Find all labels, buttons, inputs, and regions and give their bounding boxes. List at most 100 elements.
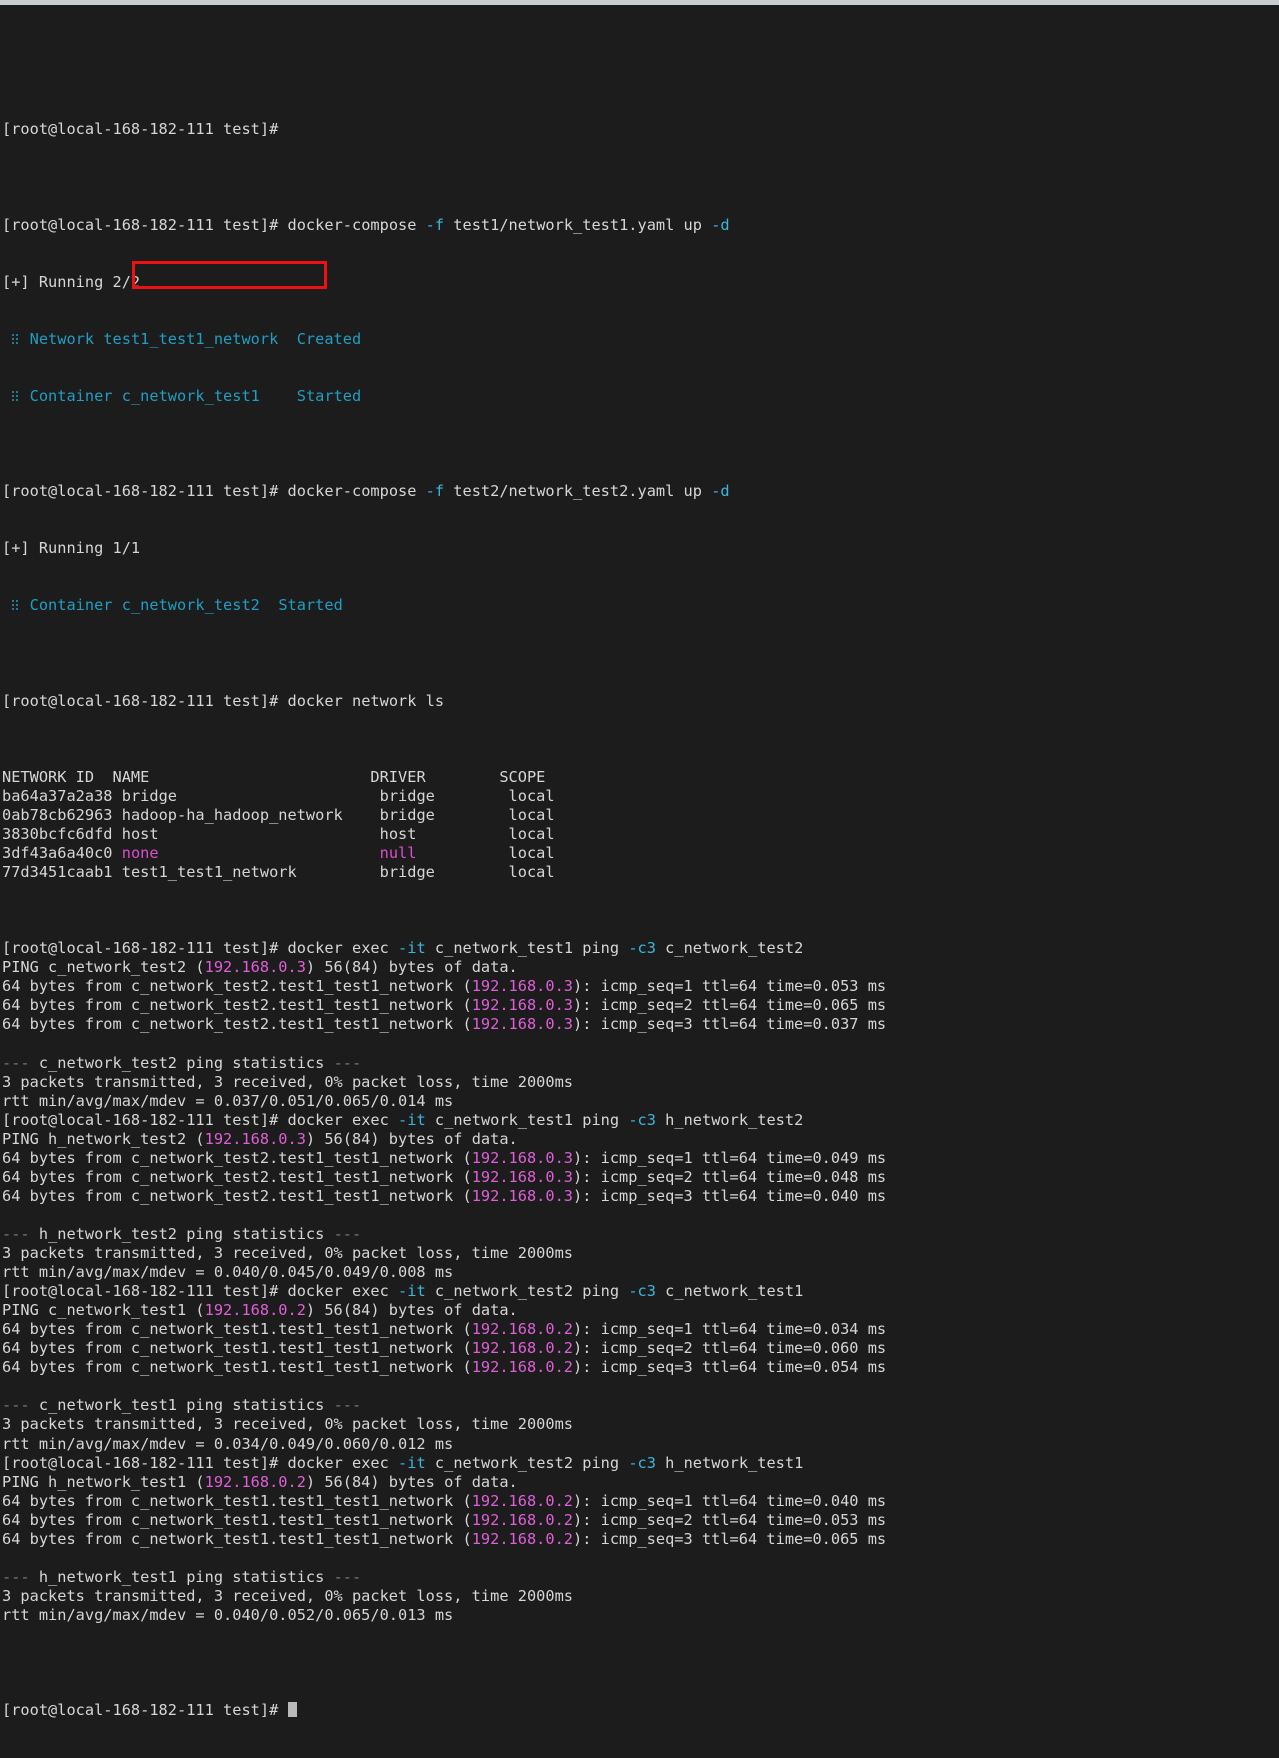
stats-dash-left: ---: [2, 1567, 30, 1586]
table-row[interactable]: 0ab78cb62963 hadoop-ha_hadoop_network br…: [2, 806, 1279, 825]
stats-dash-right: ---: [333, 1053, 362, 1072]
cell-network-name: host: [121, 825, 380, 844]
shell-prompt: [root@local-168-182-111 test]#: [2, 1453, 279, 1472]
ping-reply-line: 64 bytes from c_network_test2.test1_test…: [2, 977, 1279, 996]
ping-reply-suffix: ): icmp_seq=3 ttl=64 time=0.065 ms: [573, 1529, 887, 1548]
column-header-network-id: NETWORK ID: [2, 767, 113, 786]
cli-flag: -d: [711, 215, 730, 234]
column-header-driver: DRIVER: [370, 767, 500, 786]
table-row[interactable]: 3830bcfc6dfd host host local: [2, 825, 1279, 844]
ping-target: PING h_network_test1 (: [2, 1472, 205, 1491]
cell-scope: local: [508, 786, 555, 805]
table-row[interactable]: 77d3451caab1 test1_test1_network bridge …: [2, 863, 1279, 882]
ping-reply-prefix: 64 bytes from c_network_test1.test1_test…: [2, 1320, 472, 1339]
ping-reply-line: 64 bytes from c_network_test2.test1_test…: [2, 996, 1279, 1015]
ping-reply-suffix: ): icmp_seq=1 ttl=64 time=0.040 ms: [573, 1491, 887, 1510]
ping-reply-ip: 192.168.0.3: [471, 996, 573, 1015]
cell-scope: local: [508, 863, 555, 882]
ping-reply-line: 64 bytes from c_network_test1.test1_test…: [2, 1339, 1279, 1358]
cli-flag: -c3: [628, 939, 656, 958]
ping-ip: 192.168.0.3: [204, 958, 306, 977]
terminal-line-final-prompt: [root@local-168-182-111 test]#: [2, 1701, 1279, 1720]
ping-output-sections: [root@local-168-182-111 test]# docker ex…: [2, 939, 1279, 1625]
ping-reply-ip: 192.168.0.3: [471, 1167, 573, 1186]
ping-size: ) 56(84) bytes of data.: [305, 1129, 518, 1148]
shell-prompt: [root@local-168-182-111 test]#: [2, 1282, 279, 1301]
ping-stats-packets: 3 packets transmitted, 3 received, 0% pa…: [2, 1244, 573, 1263]
ping-reply-line: 64 bytes from c_network_test1.test1_test…: [2, 1511, 1279, 1530]
compose-item-kind: Container: [29, 386, 113, 405]
ping-ip: 192.168.0.2: [204, 1301, 306, 1320]
ping-reply-prefix: 64 bytes from c_network_test2.test1_test…: [2, 977, 472, 996]
ping-reply-suffix: ): icmp_seq=3 ttl=64 time=0.037 ms: [573, 1015, 887, 1034]
ping-reply-ip: 192.168.0.3: [471, 1148, 573, 1167]
ping-stats-rtt: rtt min/avg/max/mdev = 0.037/0.051/0.065…: [2, 1091, 454, 1110]
ping-target: PING c_network_test2 (: [2, 958, 205, 977]
stats-dash-right: ---: [333, 1225, 362, 1243]
compose-item-name: c_network_test1: [121, 386, 260, 405]
cli-flag: -it: [398, 1282, 426, 1301]
table-row[interactable]: 3df43a6a40c0 none null local: [2, 844, 1279, 863]
ping-stats-title: --- c_network_test2 ping statistics ---: [2, 1054, 1279, 1073]
ping-reply-suffix: ): icmp_seq=1 ttl=64 time=0.049 ms: [573, 1148, 887, 1167]
ping-reply-line: 64 bytes from c_network_test1.test1_test…: [2, 1530, 1279, 1549]
shell-prompt: [root@local-168-182-111 test]#: [2, 215, 279, 234]
ping-reply-suffix: ): icmp_seq=3 ttl=64 time=0.040 ms: [573, 1186, 887, 1205]
compose-running-2: [+] Running 1/1: [2, 539, 141, 558]
cell-network-name: hadoop-ha_hadoop_network: [121, 805, 380, 824]
braille-spinner-icon: [11, 333, 20, 346]
ping-stats-rtt: rtt min/avg/max/mdev = 0.040/0.045/0.049…: [2, 1263, 454, 1282]
shell-prompt: [root@local-168-182-111 test]#: [2, 120, 279, 139]
cell-driver: bridge: [379, 863, 509, 882]
ping-target: PING h_network_test2 (: [2, 1129, 205, 1148]
column-header-name: NAME: [112, 767, 371, 786]
stats-title-text: c_network_test1 ping statistics: [29, 1396, 334, 1415]
ping-reply-prefix: 64 bytes from c_network_test2.test1_test…: [2, 1167, 472, 1186]
column-header-scope: SCOPE: [499, 767, 546, 786]
stats-dash-left: ---: [2, 1225, 30, 1243]
ping-reply-ip: 192.168.0.2: [471, 1339, 573, 1358]
ping-reply-line: 64 bytes from c_network_test1.test1_test…: [2, 1492, 1279, 1511]
ping-reply-suffix: ): icmp_seq=2 ttl=64 time=0.065 ms: [573, 996, 887, 1015]
cell-driver: null: [379, 844, 509, 863]
cell-scope: local: [508, 825, 555, 844]
terminal-line-command: [root@local-168-182-111 test]# docker-co…: [2, 482, 1279, 501]
ping-reply-ip: 192.168.0.2: [471, 1491, 573, 1510]
terminal-line: [+] Running 1/1: [2, 539, 1279, 558]
ping-reply-prefix: 64 bytes from c_network_test1.test1_test…: [2, 1510, 472, 1529]
table-row[interactable]: ba64a37a2a38 bridge bridge local: [2, 787, 1279, 806]
compose-running-1: [+] Running 2/2: [2, 272, 141, 291]
ping-stats-title: --- h_network_test2 ping statistics ---: [2, 1225, 1279, 1244]
cli-flag: -f: [425, 482, 445, 501]
table-header-row: NETWORK ID NAME DRIVER SCOPE: [2, 768, 1279, 787]
ping-reply-prefix: 64 bytes from c_network_test1.test1_test…: [2, 1339, 472, 1358]
cell-network-name: none: [121, 844, 380, 863]
cell-network-id: 3df43a6a40c0: [2, 844, 122, 863]
stats-title-text: c_network_test2 ping statistics: [29, 1053, 334, 1072]
terminal-line-command: [root@local-168-182-111 test]# docker-co…: [2, 216, 1279, 235]
stats-dash-right: ---: [333, 1567, 362, 1586]
ping-reply-prefix: 64 bytes from c_network_test1.test1_test…: [2, 1491, 472, 1510]
stats-dash-left: ---: [2, 1396, 30, 1415]
ping-stats-packets: 3 packets transmitted, 3 received, 0% pa…: [2, 1586, 573, 1605]
ping-reply-suffix: ): icmp_seq=3 ttl=64 time=0.054 ms: [573, 1358, 887, 1377]
command-compose-test1: docker-compose -f test1/network_test1.ya…: [287, 215, 730, 234]
cell-network-id: 0ab78cb62963: [2, 805, 122, 824]
cell-network-id: ba64a37a2a38: [2, 786, 122, 805]
shell-prompt: [root@local-168-182-111 test]#: [2, 691, 279, 710]
terminal-output[interactable]: [root@local-168-182-111 test]# [root@loc…: [0, 5, 1279, 1758]
cell-scope: local: [508, 844, 555, 863]
cli-flag: -it: [398, 1453, 426, 1472]
terminal-line: Container c_network_test1 Started: [2, 387, 1279, 406]
cli-flag: -f: [425, 215, 445, 234]
cell-driver: host: [379, 825, 509, 844]
terminal-line-command: [root@local-168-182-111 test]# docker ex…: [2, 939, 804, 958]
ping-stats-rtt: rtt min/avg/max/mdev = 0.034/0.049/0.060…: [2, 1434, 454, 1453]
cell-network-name: bridge: [121, 786, 380, 805]
ping-reply-suffix: ): icmp_seq=2 ttl=64 time=0.060 ms: [573, 1339, 887, 1358]
stats-dash-right: ---: [333, 1396, 362, 1415]
compose-item-status: Started: [296, 386, 362, 405]
block-cursor: [287, 1702, 297, 1718]
